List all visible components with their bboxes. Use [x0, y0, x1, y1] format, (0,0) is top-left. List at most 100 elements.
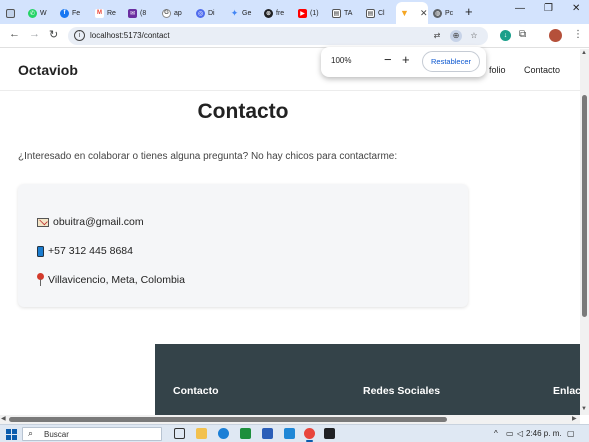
forward-arrow-icon[interactable]: →: [29, 28, 40, 40]
word-icon[interactable]: [262, 428, 273, 439]
tab-openai[interactable]: ⊛ fre: [264, 4, 292, 22]
task-view-icon[interactable]: [174, 428, 185, 439]
tab-google[interactable]: G ap: [162, 4, 190, 22]
tab-pc[interactable]: ◍ Pc: [433, 4, 461, 22]
minimize-icon[interactable]: —: [515, 3, 525, 14]
location-pin-icon: [37, 273, 44, 286]
chrome-icon[interactable]: [304, 428, 315, 442]
tab-search-icon: [6, 8, 15, 18]
extensions-puzzle-icon[interactable]: ⧉: [519, 29, 526, 40]
page-title: Contacto: [197, 100, 289, 123]
tab-cl[interactable]: ▤ Cl: [366, 4, 394, 22]
tab-whatsapp[interactable]: ✆ W: [28, 4, 56, 22]
excel-icon[interactable]: [240, 428, 251, 439]
contact-email[interactable]: obuitra@gmail.com: [53, 216, 144, 228]
zoom-level: 100%: [331, 56, 352, 65]
menu-dots-icon[interactable]: ⋮: [573, 29, 583, 40]
facebook-icon: f: [60, 8, 69, 18]
notifications-icon[interactable]: ▢: [567, 429, 575, 438]
gmail-icon: M: [95, 8, 104, 18]
horizontal-scroll-thumb[interactable]: [9, 417, 447, 422]
page-icon: ▤: [366, 8, 375, 18]
profile-avatar[interactable]: [549, 29, 562, 42]
tab-label: ap: [174, 9, 182, 17]
scroll-right-icon[interactable]: ▶: [572, 415, 577, 422]
browser-tab-strip: ✆ W f Fe M Re ✉ (8 G ap ◎ Di ✦ Ge ⊛ fre …: [0, 0, 589, 24]
tab-label: Re: [107, 9, 116, 17]
whatsapp-icon: ✆: [28, 8, 37, 18]
footer-links-heading: Enlac: [553, 385, 580, 397]
vertical-scroll-thumb[interactable]: [582, 95, 587, 317]
globe-icon: ◍: [433, 8, 442, 18]
zoom-out-button[interactable]: −: [384, 52, 392, 67]
tab-label: Di: [208, 9, 215, 17]
tab-mail[interactable]: ✉ (8: [128, 4, 156, 22]
contact-card: obuitra@gmail.com +57 312 445 8684 Villa…: [18, 184, 468, 307]
volume-icon[interactable]: ◁: [517, 429, 523, 438]
file-explorer-icon[interactable]: [196, 428, 207, 439]
taskbar-search[interactable]: ⌕ Buscar: [22, 427, 162, 441]
terminal-icon[interactable]: [324, 428, 335, 439]
clock[interactable]: 2:46 p. m.: [526, 429, 562, 438]
docs-icon: ◎: [196, 8, 205, 18]
address-bar[interactable]: i localhost:5173/contact ⇄ ⊕ ☆: [68, 27, 488, 45]
tab-ta[interactable]: ▤ TA: [332, 4, 360, 22]
site-info-icon[interactable]: i: [74, 30, 85, 41]
tab-contact-active[interactable]: ▼ ✕: [396, 2, 428, 24]
reload-icon[interactable]: ↻: [49, 28, 58, 41]
zoom-in-button[interactable]: +: [402, 52, 410, 67]
scroll-up-icon[interactable]: ▲: [581, 50, 587, 56]
phone-icon: [37, 245, 44, 257]
translate-icon[interactable]: ⇄: [431, 30, 443, 42]
back-arrow-icon[interactable]: ←: [9, 28, 20, 40]
network-icon[interactable]: ▭: [506, 429, 514, 438]
nav-link-contact[interactable]: Contacto: [524, 65, 560, 75]
footer-contact-heading: Contacto: [173, 385, 219, 397]
tab-label: Cl: [378, 9, 385, 17]
extension-icon[interactable]: ↓: [500, 30, 511, 41]
contact-location: Villavicencio, Meta, Colombia: [48, 273, 185, 286]
tab-youtube[interactable]: ▶ (1): [298, 4, 326, 22]
footer-social-heading: Redes Sociales: [363, 385, 441, 397]
tab-gemini[interactable]: ✦ Ge: [230, 4, 258, 22]
zoom-reset-button[interactable]: Restablecer: [422, 51, 480, 72]
tab-gmail[interactable]: M Re: [95, 4, 123, 22]
contact-phone: +57 312 445 8684: [48, 245, 133, 257]
zoom-icon[interactable]: ⊕: [450, 30, 462, 42]
contact-location-row: Villavicencio, Meta, Colombia: [37, 273, 185, 286]
site-brand[interactable]: Octaviob: [18, 62, 78, 78]
edge-icon[interactable]: [218, 428, 229, 439]
windows-taskbar: ⌕ Buscar ^ ▭ ◁ 2:46 p. m. ▢: [0, 424, 589, 442]
page-viewport: Octaviob folio Contacto Contacto ¿Intere…: [0, 49, 580, 415]
close-tab-icon[interactable]: ✕: [420, 8, 428, 19]
tab-facebook[interactable]: f Fe: [60, 4, 88, 22]
new-tab-button[interactable]: +: [465, 4, 473, 19]
tray-chevron-icon[interactable]: ^: [494, 429, 498, 438]
tab-label: Ge: [242, 9, 252, 17]
tab-label: W: [40, 9, 47, 17]
page-icon: ▤: [332, 8, 341, 18]
tab-docs[interactable]: ◎ Di: [196, 4, 224, 22]
horizontal-scrollbar[interactable]: ◀ ▶: [0, 415, 580, 424]
envelope-icon: [37, 217, 49, 227]
scroll-down-icon[interactable]: ▼: [581, 406, 587, 412]
browser-toolbar: ← → ↻ i localhost:5173/contact ⇄ ⊕ ☆ ↓ ⧉…: [0, 24, 589, 48]
gemini-icon: ✦: [230, 7, 239, 18]
scroll-left-icon[interactable]: ◀: [1, 415, 6, 422]
windows-start-icon[interactable]: [6, 429, 17, 440]
close-window-icon[interactable]: ✕: [572, 3, 580, 14]
restore-icon[interactable]: ❐: [544, 3, 553, 14]
nav-link-portfolio[interactable]: folio: [489, 65, 506, 75]
intro-text: ¿Interesado en colaborar o tienes alguna…: [18, 151, 398, 162]
vertical-scrollbar[interactable]: ▲ ▼: [580, 49, 589, 415]
vite-icon: ▼: [400, 8, 409, 18]
tab-label: fre: [276, 9, 285, 17]
bookmark-star-icon[interactable]: ☆: [468, 30, 480, 42]
site-navbar: Octaviob folio Contacto: [0, 49, 580, 91]
contact-phone-row: +57 312 445 8684: [37, 245, 133, 257]
openai-icon: ⊛: [264, 8, 273, 18]
vscode-icon[interactable]: [284, 428, 295, 439]
tab-label: (1): [310, 9, 319, 17]
youtube-icon: ▶: [298, 8, 307, 18]
tab-square-icon[interactable]: [6, 4, 15, 22]
